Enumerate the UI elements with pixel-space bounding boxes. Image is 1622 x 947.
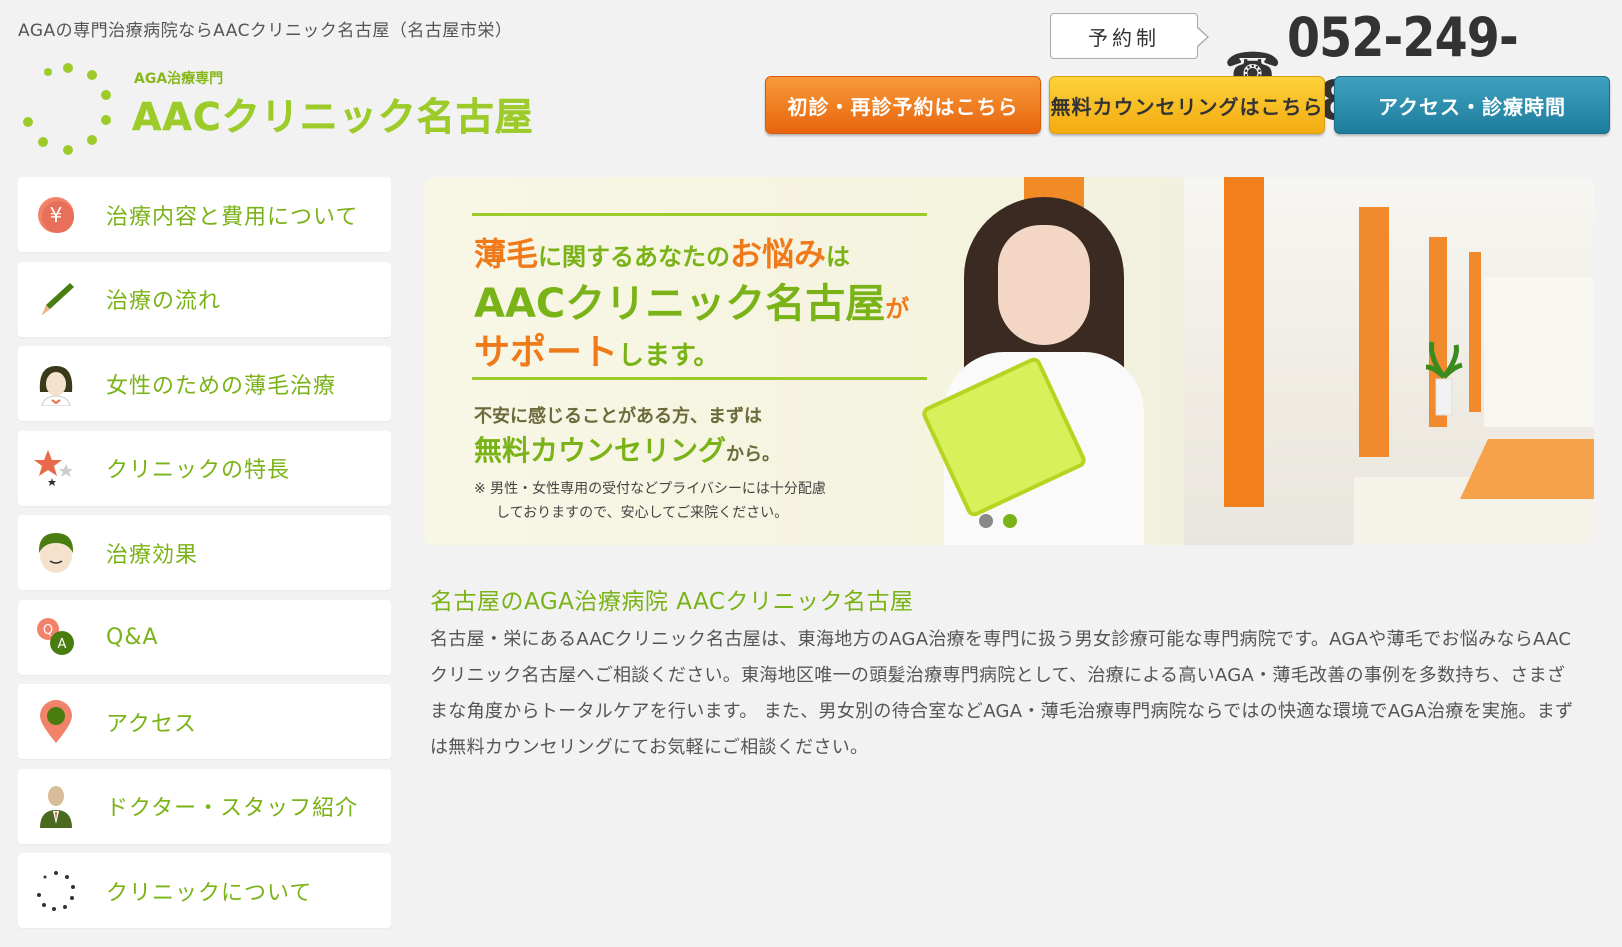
reservation-label: 予約制: [1050, 13, 1209, 59]
banner-text: サポート: [474, 332, 619, 373]
reservation-text: 予約制: [1088, 25, 1160, 50]
banner-text: 薄毛: [474, 235, 539, 273]
banner-woman-face: [998, 225, 1090, 345]
sidebar-item-access[interactable]: アクセス: [18, 684, 391, 759]
yen-icon: ¥: [34, 193, 78, 237]
sidebar-nav: ¥ 治療内容と費用について 治療の流れ 女性のための薄毛治療 クリニックの特長 …: [18, 177, 391, 938]
slider-dots: [979, 514, 1017, 528]
banner-text: AACクリニック名古屋: [474, 281, 886, 327]
sidebar-item-label: 治療内容と費用について: [106, 204, 359, 230]
sidebar-item-treatment-cost[interactable]: ¥ 治療内容と費用について: [18, 177, 391, 252]
banner-plant: [1425, 341, 1463, 416]
banner-free-counseling: 無料カウンセリングから。: [474, 429, 780, 469]
sidebar-item-label: アクセス: [106, 711, 197, 737]
sidebar-item-doctors[interactable]: ドクター・スタッフ紹介: [18, 768, 391, 844]
logo-subtitle: AGA治療専門: [134, 71, 224, 87]
slider-dot-1[interactable]: [979, 514, 993, 528]
sidebar-item-features[interactable]: クリニックの特長: [18, 430, 391, 506]
svg-text:Q: Q: [43, 623, 53, 638]
banner-note-line: ※ 男性・女性専用の受付などプライバシーには十分配慮: [474, 481, 826, 497]
banner-text: 無料カウンセリング: [474, 434, 727, 467]
banner-subtext: 不安に感じることがある方、まずは: [474, 406, 762, 427]
sidebar-item-label: 治療の流れ: [106, 289, 222, 314]
slider-dot-2[interactable]: [1003, 514, 1017, 528]
banner-note: ※ 男性・女性専用の受付などプライバシーには十分配慮 しておりますので、安心して…: [474, 477, 826, 525]
banner-divider-top: [472, 213, 927, 216]
sidebar-item-label: 女性のための薄毛治療: [106, 373, 337, 399]
banner-text: に関するあなたの: [538, 243, 731, 271]
banner-headline-2: AACクリニック名古屋が: [474, 271, 909, 329]
woman-icon: [34, 362, 78, 406]
banner-text: から。: [726, 444, 781, 465]
access-button[interactable]: アクセス・診療時間: [1334, 76, 1610, 134]
sidebar-item-women[interactable]: 女性のための薄毛治療: [18, 346, 391, 421]
banner-text: が: [885, 295, 910, 323]
svg-text:A: A: [58, 637, 67, 652]
banner-headline-1: 薄毛に関するあなたのお悩みは: [474, 229, 850, 275]
reserve-button[interactable]: 初診・再診予約はこちら: [765, 76, 1041, 134]
intro-section: 名古屋のAGA治療病院 AACクリニック名古屋 名古屋・栄にあるAACクリニック…: [430, 582, 1580, 766]
hero-banner[interactable]: 薄毛に関するあなたのお悩みは AACクリニック名古屋が サポートします。 不安に…: [424, 177, 1594, 545]
sidebar-item-effects[interactable]: 治療効果: [18, 515, 391, 590]
sidebar-item-qa[interactable]: QA Q&A: [18, 599, 391, 675]
sidebar-item-label: 治療効果: [106, 542, 199, 568]
banner-note-line: しておりますので、安心してご来院ください。: [496, 505, 789, 521]
banner-text: は: [826, 243, 851, 271]
qa-icon: QA: [34, 615, 78, 659]
logo-ring-icon: [23, 63, 111, 155]
banner-headline-3: サポートします。: [474, 323, 719, 375]
map-pin-icon: [34, 699, 78, 744]
dots-ring-icon: [34, 869, 78, 913]
doctor-icon: [34, 784, 78, 828]
svg-text:¥: ¥: [50, 203, 63, 227]
sidebar-item-about[interactable]: クリニックについて: [18, 853, 391, 928]
sidebar-item-flow[interactable]: 治療の流れ: [18, 261, 391, 337]
banner-text: お悩み: [730, 235, 827, 273]
sidebar-item-label: クリニックの特長: [106, 458, 291, 483]
pencil-icon: [34, 277, 78, 321]
sidebar-item-label: ドクター・スタッフ紹介: [106, 796, 359, 821]
sidebar-item-label: Q&A: [106, 624, 159, 650]
banner-text: します。: [618, 341, 720, 371]
intro-body: 名古屋・栄にあるAACクリニック名古屋は、東海地方のAGA治療を専門に扱う男女診…: [430, 629, 1574, 758]
intro-heading: 名古屋のAGA治療病院 AACクリニック名古屋: [430, 589, 914, 615]
tagline: AGAの専門治療病院ならAAC​クリニック名古屋（名古屋市栄）: [18, 21, 513, 41]
man-icon: [34, 531, 78, 575]
clinic-logo[interactable]: AGA治療専門 AACクリニック名古屋: [18, 60, 538, 160]
stars-icon: [34, 446, 78, 490]
banner-divider-bottom: [472, 377, 927, 380]
counseling-button[interactable]: 無料カウンセリングはこちら: [1049, 76, 1325, 134]
logo-title: AACクリニック名古屋: [132, 95, 534, 140]
sidebar-item-label: クリニックについて: [106, 880, 313, 906]
